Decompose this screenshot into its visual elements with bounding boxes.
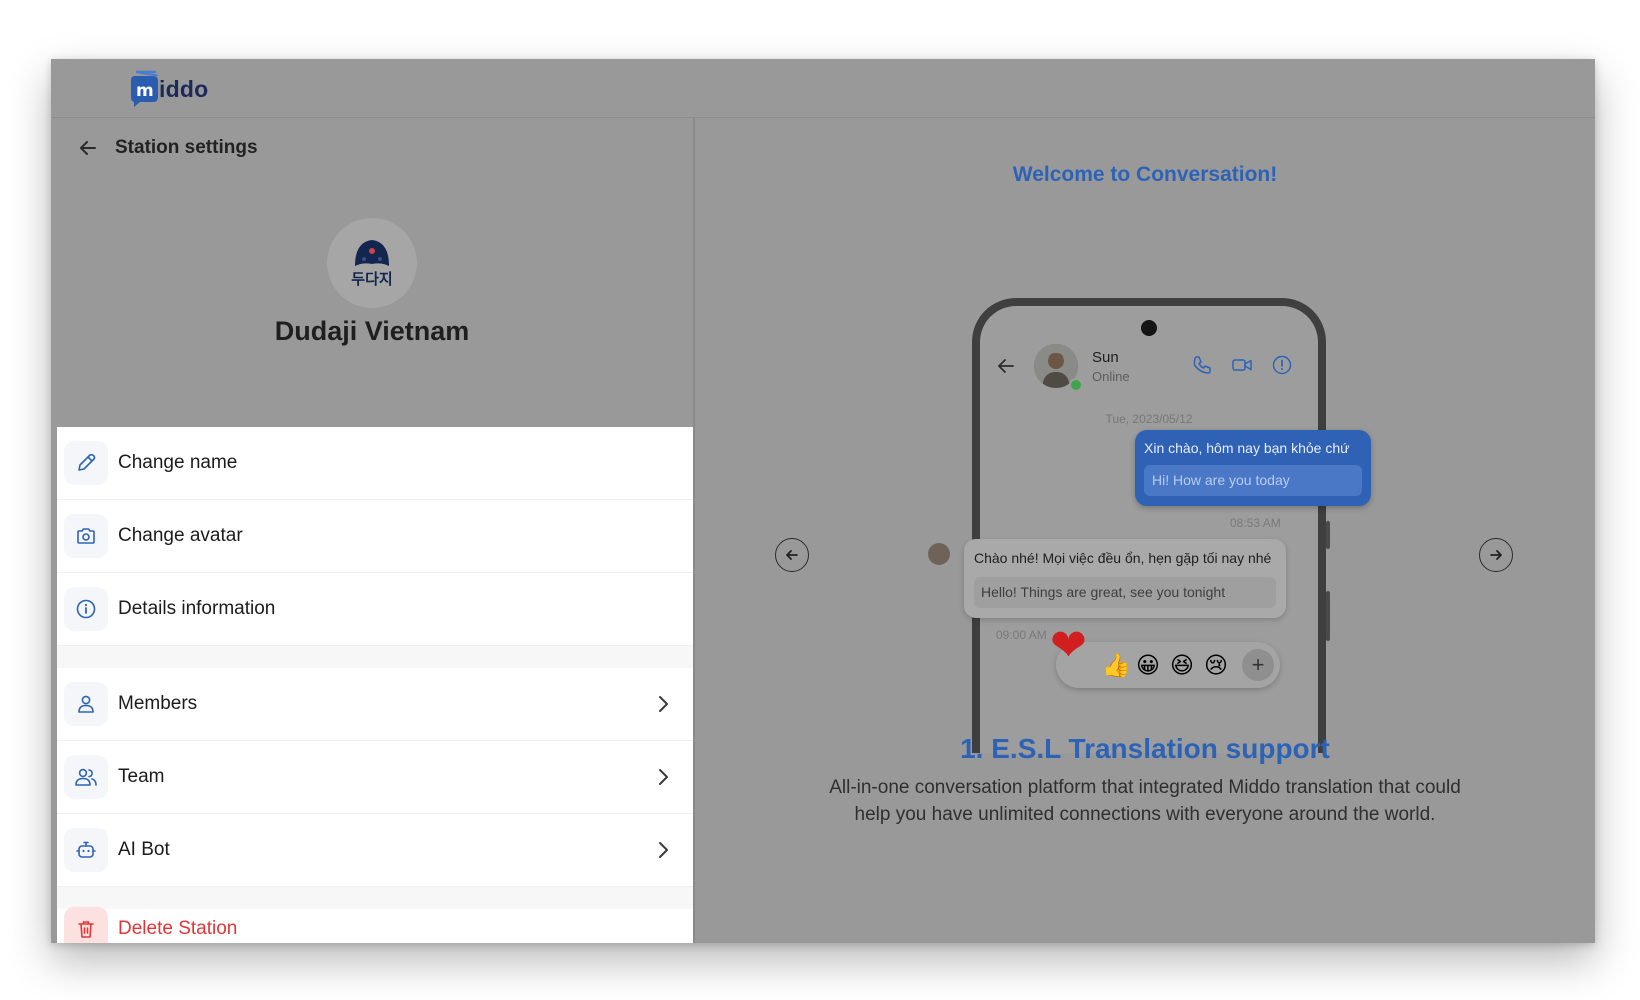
details-information-item[interactable]: Details information <box>57 573 693 646</box>
users-icon <box>64 755 108 799</box>
middo-logo-icon: m <box>131 70 159 107</box>
arrow-left-icon <box>786 550 798 560</box>
user-icon <box>64 682 108 726</box>
arrow-left-icon <box>80 141 96 155</box>
video-call-icon[interactable] <box>1231 354 1253 376</box>
chevron-right-icon <box>651 692 675 716</box>
team-label: Team <box>118 766 165 787</box>
incoming-translation: Hello! Things are great, see you tonight <box>974 577 1276 608</box>
outgoing-message: Xin chào, hôm nay bạn khỏe chứ Hi! How a… <box>1135 430 1371 506</box>
phone-mockup: Sun Online Tue, 2023/05/12 Xin chào, hôm… <box>928 298 1371 753</box>
change-avatar-item[interactable]: Change avatar <box>57 500 693 573</box>
arrow-left-icon <box>998 359 1014 373</box>
details-information-label: Details information <box>118 598 276 619</box>
phone-side-button <box>1326 521 1330 549</box>
info-icon[interactable] <box>1271 354 1293 376</box>
page-title: Station settings <box>115 137 258 158</box>
feature-title: 1. E.S.L Translation support <box>960 733 1330 764</box>
welcome-title: Welcome to Conversation! <box>1012 163 1278 186</box>
team-item[interactable]: Team <box>57 741 693 814</box>
back-button[interactable] <box>73 133 103 163</box>
middo-logo[interactable]: m iddo <box>127 69 208 109</box>
welcome-panel: Welcome to Conversation! Sun Online Tue,… <box>695 118 1595 943</box>
add-reaction-button[interactable]: + <box>1242 649 1274 681</box>
change-name-label: Change name <box>118 452 238 473</box>
arrow-right-icon <box>1490 550 1502 560</box>
contact-name: Sun <box>1092 349 1119 366</box>
phone-camera <box>1141 320 1157 336</box>
members-label: Members <box>118 693 198 714</box>
phone-call-icon[interactable] <box>1191 354 1213 376</box>
crying-reaction[interactable]: 😢 <box>1204 652 1228 678</box>
online-indicator <box>1069 378 1083 392</box>
section-divider <box>57 646 693 668</box>
station-settings-panel: Station settings 두다지 Dudaji Vietnam Chan… <box>51 118 693 943</box>
incoming-message-text: Chào nhé! Mọi việc đều ổn, hẹn gặp tối n… <box>974 550 1272 566</box>
sender-avatar <box>928 543 950 565</box>
svg-text:m: m <box>136 81 154 101</box>
carousel-next-button[interactable] <box>1479 538 1513 572</box>
avatar-brand-text: 두다지 <box>351 270 392 288</box>
thumbs-up-reaction[interactable]: 👍 <box>1102 652 1131 678</box>
settings-header: Station settings <box>73 133 258 163</box>
pencil-icon <box>64 441 108 485</box>
outgoing-translation: Hi! How are you today <box>1144 465 1362 496</box>
dudaji-logo: 두다지 <box>351 240 393 288</box>
chat-date: Tue, 2023/05/12 <box>1105 412 1193 426</box>
delete-station-button[interactable]: Delete Station <box>57 904 693 943</box>
incoming-time: 09:00 AM <box>996 628 1047 642</box>
incoming-message: Chào nhé! Mọi việc đều ổn, hẹn gặp tối n… <box>964 539 1286 618</box>
outgoing-message-text: Xin chào, hôm nay bạn khỏe chứ <box>1144 440 1350 456</box>
carousel-prev-button[interactable] <box>775 538 809 572</box>
phone-side-button <box>1326 591 1330 641</box>
station-name: Dudaji Vietnam <box>274 316 470 346</box>
heart-reaction[interactable]: ❤ <box>1050 622 1087 670</box>
members-item[interactable]: Members <box>57 668 693 741</box>
chevron-right-icon <box>651 838 675 862</box>
change-avatar-label: Change avatar <box>118 525 243 546</box>
settings-menu: Change name Change avatar Details inform… <box>57 427 693 943</box>
ai-bot-item[interactable]: AI Bot <box>57 814 693 887</box>
chat-header: Sun Online <box>996 342 1308 392</box>
chevron-right-icon <box>651 765 675 789</box>
feature-description: All-in-one conversation platform that in… <box>829 777 1461 825</box>
reaction-bar: ❤ 👍 😀 😆 😢 + <box>1050 622 1280 688</box>
outgoing-time: 08:53 AM <box>1230 516 1281 530</box>
bot-icon <box>64 828 108 872</box>
station-avatar[interactable]: 두다지 <box>327 218 417 308</box>
change-name-item[interactable]: Change name <box>57 427 693 500</box>
ai-bot-label: AI Bot <box>118 839 170 860</box>
contact-status: Online <box>1092 369 1130 384</box>
top-bar: m iddo <box>51 59 1595 118</box>
trash-icon <box>64 906 108 943</box>
laughing-reaction[interactable]: 😆 <box>1170 652 1194 678</box>
logo-text: iddo <box>159 75 209 102</box>
app-window: m iddo Station settings 두다지 Dudaji Vietn… <box>51 59 1595 943</box>
grinning-reaction[interactable]: 😀 <box>1136 652 1160 678</box>
info-icon <box>64 587 108 631</box>
delete-station-label: Delete Station <box>118 917 238 939</box>
camera-icon <box>64 514 108 558</box>
